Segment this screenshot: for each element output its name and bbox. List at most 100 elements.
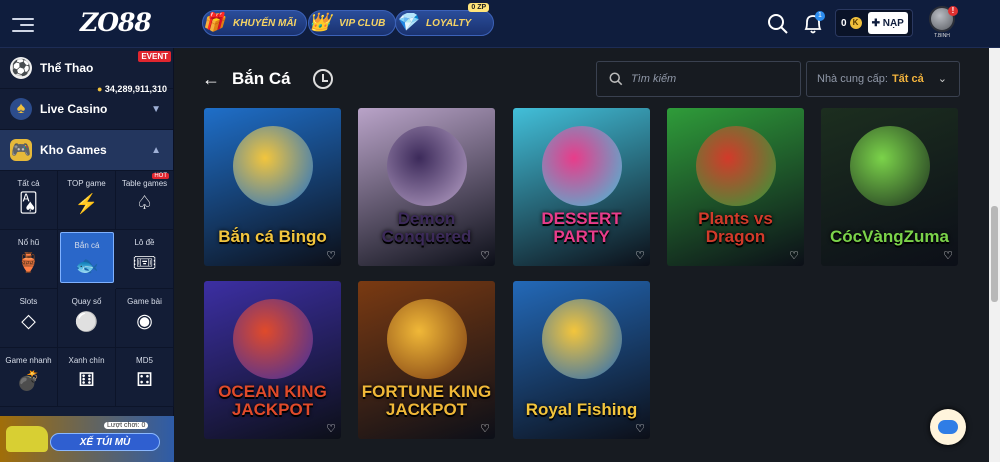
gift-box-icon: 🎁: [202, 11, 226, 32]
heart-icon[interactable]: ♡: [789, 249, 799, 262]
category-number-draw[interactable]: Quay số ⚪: [58, 289, 116, 348]
chat-support-button[interactable]: [930, 409, 966, 445]
avatar[interactable]: T.BINH !: [926, 6, 958, 42]
game-card[interactable]: DESSERT PARTY ♡: [513, 108, 650, 266]
hot-badge: HOT: [152, 173, 169, 179]
chevron-up-icon: ▲: [151, 144, 161, 156]
username: T.BINH: [934, 33, 950, 39]
plays-left-tag: Lượt chơi: 0: [104, 422, 149, 429]
heart-icon[interactable]: ♡: [326, 249, 336, 262]
game-category-grid: Tất cả 🂡 TOP game ⚡ HOT Table games ♤ Nổ…: [0, 171, 174, 407]
gamepad-icon: 🎮: [10, 139, 32, 161]
category-fish-shooting[interactable]: Bắn cá 🐟: [60, 232, 114, 283]
category-card-games[interactable]: Game bài ◉: [116, 289, 174, 348]
category-label: Game bài: [127, 297, 162, 306]
game-title: Plants vs Dragon: [698, 209, 773, 246]
provider-label: Nhà cung cấp:: [817, 73, 888, 85]
category-slots[interactable]: Slots ◇: [0, 289, 58, 348]
loyalty-button[interactable]: 💎 LOYALTY 0 ZP: [395, 3, 495, 36]
heart-icon[interactable]: ♡: [635, 249, 645, 262]
sidebar-item-sports[interactable]: ⚽ Thể Thao EVENT: [0, 48, 173, 89]
game-card[interactable]: Bắn cá Bingo ♡: [204, 108, 341, 266]
category-label: Slots: [19, 297, 38, 306]
coin-icon: ●: [96, 84, 103, 94]
game-title: CócVàngZuma: [829, 227, 950, 246]
category-quick-games[interactable]: Game nhanh 💣: [0, 348, 58, 407]
heart-icon[interactable]: ♡: [480, 422, 490, 435]
category-label: Lô đề: [134, 238, 155, 247]
scrollbar-thumb[interactable]: [991, 206, 998, 302]
category-md5[interactable]: MD5 ⚃: [116, 348, 174, 407]
category-label: Xanh chín: [68, 356, 105, 365]
logo[interactable]: ZO88: [80, 8, 152, 37]
loyalty-points-badge: 0 ZP: [468, 3, 490, 12]
category-label: TOP game: [67, 179, 106, 188]
car-icon: [6, 426, 48, 452]
game-art: [386, 299, 467, 379]
sidebar: ⚽ Thể Thao EVENT ● 34,289,911,310 ♠ Live…: [0, 48, 174, 462]
category-label: MD5: [136, 356, 153, 365]
category-label: Game nhanh: [5, 356, 52, 365]
game-card[interactable]: OCEAN KING JACKPOT ♡: [204, 281, 341, 439]
game-card[interactable]: Royal Fishing ♡: [513, 281, 650, 439]
notification-badge: 1: [815, 11, 825, 21]
heart-icon[interactable]: ♡: [480, 249, 490, 262]
category-top-game[interactable]: TOP game ⚡: [58, 171, 116, 230]
event-badge: EVENT: [138, 51, 171, 62]
sidebar-item-game-store[interactable]: 🎮 Kho Games ▲: [0, 130, 173, 171]
lightning-icon: ⚡: [74, 194, 99, 215]
jackpot-amount: 34,289,911,310: [104, 84, 167, 94]
hamburger-menu-icon[interactable]: [12, 14, 34, 34]
deposit-button[interactable]: ✚ NẠP: [867, 12, 908, 34]
game-card[interactable]: FORTUNE KING JACKPOT ♡: [358, 281, 495, 439]
game-art: [541, 126, 622, 206]
game-title: DESSERT PARTY: [541, 209, 622, 246]
back-arrow-icon[interactable]: ←: [202, 69, 220, 90]
heart-icon[interactable]: ♡: [326, 422, 336, 435]
game-art: [541, 299, 622, 379]
category-xanh-chin[interactable]: Xanh chín ⚅: [58, 348, 116, 407]
sidebar-item-live-casino[interactable]: ● 34,289,911,310 ♠ Live Casino ▼: [0, 84, 173, 130]
promotions-button[interactable]: 🎁 KHUYẾN MÃI: [202, 10, 308, 36]
jackpot-value: ● 34,289,911,310: [97, 84, 167, 94]
category-lottery[interactable]: Lô đề 🎟: [116, 230, 174, 289]
top-bar: ZO88 🎁 KHUYẾN MÃI 👑 VIP CLUB 💎 LOYALTY 0…: [0, 0, 1000, 48]
game-card[interactable]: CócVàngZuma ♡: [821, 108, 958, 266]
soccer-ball-icon: ⚽: [10, 57, 32, 79]
game-card[interactable]: Demon Conquered ♡: [358, 108, 495, 266]
heart-icon[interactable]: ♡: [635, 422, 645, 435]
promotions-label: KHUYẾN MÃI: [233, 17, 297, 29]
alert-badge: !: [948, 6, 958, 16]
category-jackpot[interactable]: Nổ hũ 🏺: [0, 230, 58, 289]
game-card[interactable]: Plants vs Dragon ♡: [667, 108, 804, 266]
spade-icon: ♠: [10, 98, 32, 120]
heart-icon[interactable]: ♡: [943, 249, 953, 262]
category-label: Nổ hũ: [17, 238, 40, 247]
provider-select[interactable]: Nhà cung cấp: Tất cả ⌄: [806, 61, 960, 97]
coin-icon: K: [849, 17, 862, 29]
game-art: [232, 299, 313, 379]
vip-club-button[interactable]: 👑 VIP CLUB: [308, 10, 397, 36]
search-input[interactable]: [631, 73, 791, 85]
chevron-down-icon: ⌄: [937, 73, 947, 85]
game-title: FORTUNE KING JACKPOT: [361, 382, 492, 419]
category-all[interactable]: Tất cả 🂡: [0, 171, 58, 230]
mystery-bag-promo[interactable]: Lượt chơi: 0 XẾ TÚI MÙ: [0, 416, 174, 462]
chip-icon: ◉: [136, 311, 153, 332]
diamond-icon: ◇: [21, 311, 36, 332]
game-title: OCEAN KING JACKPOT: [218, 382, 327, 419]
search-icon[interactable]: [767, 13, 789, 35]
sidebar-item-label: Live Casino: [40, 102, 108, 116]
category-table-games[interactable]: HOT Table games ♤: [116, 171, 174, 230]
game-art: [232, 126, 313, 206]
dice-icon: ⚅: [78, 370, 95, 391]
bomb-icon: 💣: [16, 371, 41, 392]
page-title: Bắn Cá: [232, 69, 291, 88]
vip-club-label: VIP CLUB: [339, 17, 386, 29]
history-icon[interactable]: [312, 69, 333, 89]
chevron-down-icon: ▼: [151, 103, 161, 115]
game-art: [695, 126, 776, 206]
sidebar-item-label: Kho Games: [40, 143, 107, 157]
lottery-ball-icon: ⚪: [74, 312, 99, 333]
game-title: Royal Fishing: [525, 400, 638, 419]
